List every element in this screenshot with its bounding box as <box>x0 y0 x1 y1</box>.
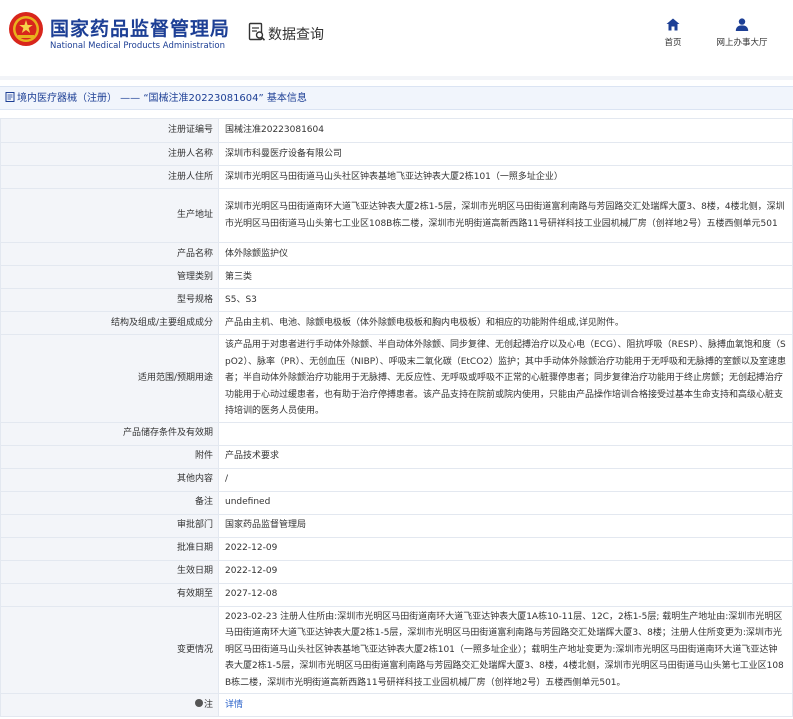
field-value: 2022-12-09 <box>218 536 793 561</box>
brand-name-cn: 国家药品监督管理局 <box>50 18 231 40</box>
field-value: 2022-12-09 <box>218 559 793 584</box>
field-label: 注册证编号 <box>0 118 219 143</box>
field-value: / <box>218 467 793 492</box>
field-label: 型号规格 <box>0 288 219 312</box>
field-value: 详情 <box>218 693 793 717</box>
field-label: 注 <box>0 693 219 717</box>
field-value: 国械注准20223081604 <box>218 118 793 143</box>
field-label: 附件 <box>0 444 219 469</box>
table-row: 适用范围/预期用途 该产品用于对患者进行手动体外除颤、半自动体外除颤、同步复律、… <box>0 334 793 423</box>
field-value: 该产品用于对患者进行手动体外除颤、半自动体外除颤、同步复律、无创起搏治疗以及心电… <box>218 334 793 423</box>
field-value: S5、S3 <box>218 288 793 312</box>
nav-home-label: 首页 <box>664 38 682 48</box>
field-label: 其他内容 <box>0 467 219 492</box>
table-row: 变更情况 2023-02-23 注册人住所由:深圳市光明区马田街道南环大道飞亚达… <box>0 605 793 694</box>
field-value <box>218 421 793 446</box>
breadcrumb: 境内医疗器械（注册） —— “国械注准20223081604” 基本信息 <box>0 86 793 110</box>
table-row: 注册证编号 国械注准20223081604 <box>0 118 793 143</box>
nav-online-service-hall[interactable]: 网上办事大厅 <box>706 18 778 48</box>
table-row: 生效日期 2022-12-09 <box>0 559 793 584</box>
field-label: 生产地址 <box>0 188 219 243</box>
header: 国家药品监督管理局 National Medical Products Admi… <box>0 0 793 76</box>
table-row: 结构及组成/主要组成成分 产品由主机、电池、除颤电极板（体外除颤电极板和胸内电极… <box>0 311 793 335</box>
field-label: 注册人住所 <box>0 165 219 189</box>
field-label: 注册人名称 <box>0 142 219 166</box>
field-value: undefined <box>218 490 793 515</box>
field-value: 2023-02-23 注册人住所由:深圳市光明区马田街道南环大道飞亚达钟表大厦1… <box>218 605 793 694</box>
note-label: 注 <box>203 699 213 710</box>
field-label: 适用范围/预期用途 <box>0 334 219 423</box>
table-row: 型号规格 S5、S3 <box>0 288 793 312</box>
field-value: 第三类 <box>218 265 793 289</box>
registration-detail-table: 注册证编号 国械注准20223081604 注册人名称 深圳市科曼医疗设备有限公… <box>0 118 793 717</box>
table-row: 审批部门 国家药品监督管理局 <box>0 513 793 538</box>
field-value: 产品由主机、电池、除颤电极板（体外除颤电极板和胸内电极板）和相应的功能附件组成,… <box>218 311 793 335</box>
field-label: 有效期至 <box>0 582 219 607</box>
field-value: 2027-12-08 <box>218 582 793 607</box>
field-value: 深圳市科曼医疗设备有限公司 <box>218 142 793 166</box>
field-value: 体外除颤监护仪 <box>218 242 793 266</box>
nav-home[interactable]: 首页 <box>659 18 687 48</box>
table-row: 附件 产品技术要求 <box>0 444 793 469</box>
table-row: 产品储存条件及有效期 <box>0 421 793 446</box>
table-row: 注册人住所 深圳市光明区马田街道马山头社区钟表基地飞亚达钟表大厦2栋101（一照… <box>0 165 793 189</box>
field-label: 备注 <box>0 490 219 515</box>
field-value: 产品技术要求 <box>218 444 793 469</box>
table-row: 备注 undefined <box>0 490 793 515</box>
breadcrumb-text: 境内医疗器械（注册） —— “国械注准20223081604” 基本信息 <box>17 93 307 104</box>
section-title: 数据查询 <box>268 27 324 43</box>
table-row: 管理类别 第三类 <box>0 265 793 289</box>
table-row: 批准日期 2022-12-09 <box>0 536 793 561</box>
field-label: 批准日期 <box>0 536 219 561</box>
data-query-icon <box>248 22 266 41</box>
table-row: 生产地址 深圳市光明区马田街道南环大道飞亚达钟表大厦2栋1-5层，深圳市光明区马… <box>0 188 793 243</box>
field-value: 深圳市光明区马田街道南环大道飞亚达钟表大厦2栋1-5层，深圳市光明区马田街道富利… <box>218 188 793 243</box>
table-row: 产品名称 体外除颤监护仪 <box>0 242 793 266</box>
table-row: 其他内容 / <box>0 467 793 492</box>
field-value: 深圳市光明区马田街道马山头社区钟表基地飞亚达钟表大厦2栋101（一照多址企业） <box>218 165 793 189</box>
brand-name-en: National Medical Products Administration <box>50 41 225 51</box>
field-label: 变更情况 <box>0 605 219 694</box>
header-divider <box>0 76 793 80</box>
nmpa-emblem-icon <box>9 12 43 46</box>
field-label: 结构及组成/主要组成成分 <box>0 311 219 335</box>
field-label: 管理类别 <box>0 265 219 289</box>
nav-online-service-hall-label: 网上办事大厅 <box>716 38 768 48</box>
field-label: 产品储存条件及有效期 <box>0 421 219 446</box>
table-row: 注 详情 <box>0 693 793 717</box>
bulb-icon <box>194 698 203 707</box>
field-label: 产品名称 <box>0 242 219 266</box>
document-icon <box>5 92 15 102</box>
table-row: 注册人名称 深圳市科曼医疗设备有限公司 <box>0 142 793 166</box>
details-link[interactable]: 详情 <box>225 700 243 710</box>
table-row: 有效期至 2027-12-08 <box>0 582 793 607</box>
user-icon <box>735 18 749 31</box>
field-label: 生效日期 <box>0 559 219 584</box>
field-label: 审批部门 <box>0 513 219 538</box>
field-value: 国家药品监督管理局 <box>218 513 793 538</box>
home-icon <box>666 18 680 31</box>
